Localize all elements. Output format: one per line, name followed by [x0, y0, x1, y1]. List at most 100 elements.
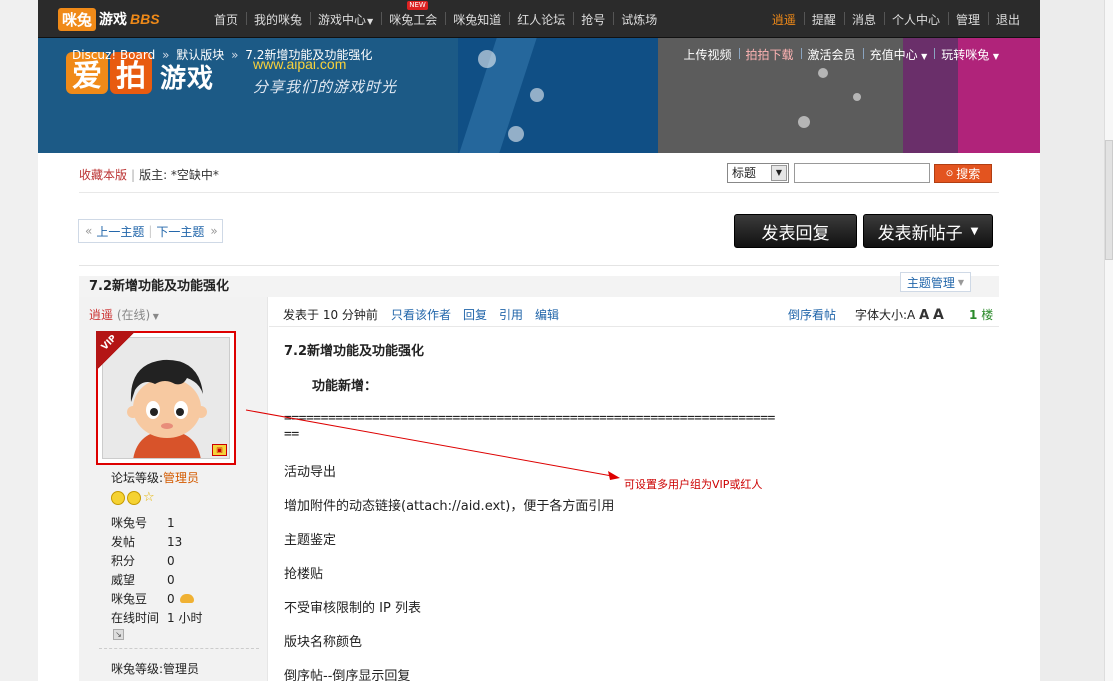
chevron-down-icon: ▼ — [771, 165, 787, 181]
stat-row: 咪兔豆 0 — [111, 589, 202, 608]
site-logo[interactable]: 咪兔 游戏 BBS — [58, 7, 160, 31]
forum-level-value[interactable]: 管理员 — [163, 471, 199, 485]
double-left-arrow-icon: « — [85, 224, 93, 238]
rank-icons: ☆ — [111, 491, 157, 505]
thread-prev-next: « 上一主题 | 下一主题 » — [78, 219, 223, 243]
nav-mitu-know[interactable]: 咪兔知道 — [445, 11, 509, 28]
new-post-button[interactable]: 发表新帖子 ▼ — [863, 214, 993, 248]
next-thread-link[interactable]: 下一主题 — [152, 223, 208, 240]
nav-celebrity-forum[interactable]: 红人论坛 — [509, 11, 573, 28]
manage-label: 主题管理 — [906, 275, 955, 290]
stat-key: 咪兔号 — [111, 516, 148, 530]
breadcrumb-section[interactable]: 默认版块 — [176, 48, 224, 62]
stat-row: 威望 0 — [111, 570, 202, 589]
nav-guild[interactable]: 咪兔工会 NEW — [381, 0, 445, 28]
id-card-icon: ▣ — [212, 444, 227, 456]
nav-username[interactable]: 逍遥 — [764, 11, 804, 28]
search-input[interactable] — [794, 163, 930, 183]
scrollbar-thumb[interactable] — [1105, 140, 1113, 260]
nav-game-center[interactable]: 游戏中心▼ — [310, 11, 381, 28]
avatar[interactable]: ▣ VIP — [96, 331, 236, 465]
banner-sparkle — [818, 68, 828, 78]
stat-value: 1 小时 — [167, 611, 203, 625]
chevron-down-icon: ▼ — [918, 52, 928, 61]
quick-recharge[interactable]: 充值中心 ▼ — [862, 46, 935, 63]
thread-title-bar: 7.2新增功能及功能强化 主题管理 ▼ — [79, 265, 999, 297]
mitu-level: 咪兔等级:管理员 — [111, 662, 200, 676]
breadcrumb-current: 7.2新增功能及功能强化 — [245, 48, 373, 62]
author-name[interactable]: 逍遥 (在线) ▼ — [89, 306, 159, 323]
banner-sparkle — [508, 126, 524, 142]
more-info-icon[interactable]: ↘ — [113, 629, 124, 640]
breadcrumb-separator: » — [162, 48, 170, 62]
search-button-label: 搜索 — [956, 167, 981, 181]
divider: | — [131, 168, 136, 182]
breadcrumb-root[interactable]: Discuz! Board — [72, 48, 155, 62]
nav-home[interactable]: 首页 — [206, 11, 246, 28]
post-line: 不受审核限制的 IP 列表 — [284, 601, 421, 616]
stat-key: 积分 — [111, 554, 136, 568]
sun-icon — [111, 491, 125, 505]
font-size-controls: 字体大小:A A A — [855, 306, 944, 323]
search-button[interactable]: ⊙ 搜索 — [934, 164, 992, 183]
page-margin-left — [0, 0, 38, 681]
search-type-select[interactable]: 标题 ▼ — [727, 163, 789, 183]
author-username[interactable]: 逍遥 — [89, 308, 113, 322]
post-subheading: 功能新增： — [312, 379, 378, 394]
only-author-link[interactable]: 只看该作者 — [391, 306, 451, 323]
nav-reminders[interactable]: 提醒 — [803, 11, 844, 28]
post-line: 抢楼贴 — [284, 567, 324, 582]
nav-trial[interactable]: 试炼场 — [613, 11, 665, 28]
reply-link[interactable]: 回复 — [463, 306, 487, 323]
site-slogan: 分享我们的游戏时光 — [253, 78, 398, 96]
quick-paipai-download[interactable]: 拍拍下载 — [738, 46, 801, 63]
chevron-down-icon[interactable]: ▼ — [150, 312, 159, 321]
font-small-button[interactable]: A — [907, 308, 915, 322]
nav-grab-code[interactable]: 抢号 — [573, 11, 613, 28]
quick-explore[interactable]: 玩转咪兔 ▼ — [934, 46, 1006, 63]
nav-my-mitu[interactable]: 我的咪兔 — [246, 11, 310, 28]
stat-value: 0 — [167, 553, 175, 568]
annotation-text: 可设置多用户组为VIP或红人 — [624, 478, 763, 491]
moderator-text: 版主: *空缺中* — [139, 168, 219, 182]
thread-card: 收藏本版 | 版主: *空缺中* 标题 ▼ ⊙ 搜索 « 上一主题 | 下一主题 » … — [69, 153, 1007, 681]
thread-manage-button[interactable]: 主题管理 ▼ — [900, 272, 971, 292]
stat-key: 咪兔豆 — [111, 592, 148, 606]
double-right-arrow-icon: » — [210, 224, 218, 238]
reply-button[interactable]: 发表回复 — [734, 214, 857, 248]
scrollbar[interactable] — [1104, 0, 1113, 681]
reverse-order-link[interactable]: 倒序看帖 — [788, 306, 836, 323]
forum-level: 论坛等级:管理员 — [111, 469, 199, 486]
online-status: (在线) — [116, 308, 151, 322]
font-medium-button[interactable]: A — [919, 308, 929, 323]
sun-icon — [127, 491, 141, 505]
nav-logout[interactable]: 退出 — [987, 11, 1028, 28]
quote-link[interactable]: 引用 — [499, 306, 523, 323]
stat-value: 0 — [167, 572, 175, 587]
quick-activate-member[interactable]: 激活会员 — [800, 46, 863, 63]
floor-label: 楼 — [981, 308, 994, 322]
edit-link[interactable]: 编辑 — [535, 306, 559, 323]
quick-upload-video[interactable]: 上传视频 — [677, 46, 739, 63]
stat-key: 在线时间 — [111, 611, 160, 625]
banner-sparkle — [530, 88, 544, 102]
nav-admin[interactable]: 管理 — [947, 11, 988, 28]
forum-info: 收藏本版 | 版主: *空缺中* — [79, 166, 219, 183]
post-meta-bar: 发表于 10 分钟前 只看该作者 回复 引用 编辑 倒序看帖 字体大小:A A … — [269, 297, 999, 327]
author-sidebar: 逍遥 (在线) ▼ ▣ VIP 论坛等级:管理员 ☆ 咪兔号 1 发帖 13 积… — [79, 297, 268, 681]
favorite-forum-link[interactable]: 收藏本版 — [79, 168, 127, 182]
separator-line: ========================================… — [284, 411, 775, 426]
post-line: 版块名称颜色 — [284, 635, 363, 650]
nav-messages[interactable]: 消息 — [843, 11, 884, 28]
divider — [99, 648, 259, 649]
nav-profile[interactable]: 个人中心 — [883, 11, 948, 28]
logo-box: 咪兔 — [58, 7, 97, 31]
stat-key: 发帖 — [111, 535, 136, 549]
prev-thread-link[interactable]: 上一主题 — [92, 223, 148, 240]
banner-sparkle — [478, 50, 496, 68]
stat-value: 13 — [167, 534, 183, 549]
floor-number: 1 楼 — [969, 306, 993, 323]
search-icon: ⊙ — [945, 168, 954, 179]
font-large-button[interactable]: A — [933, 307, 944, 323]
font-size-label: 字体大小: — [855, 308, 908, 322]
